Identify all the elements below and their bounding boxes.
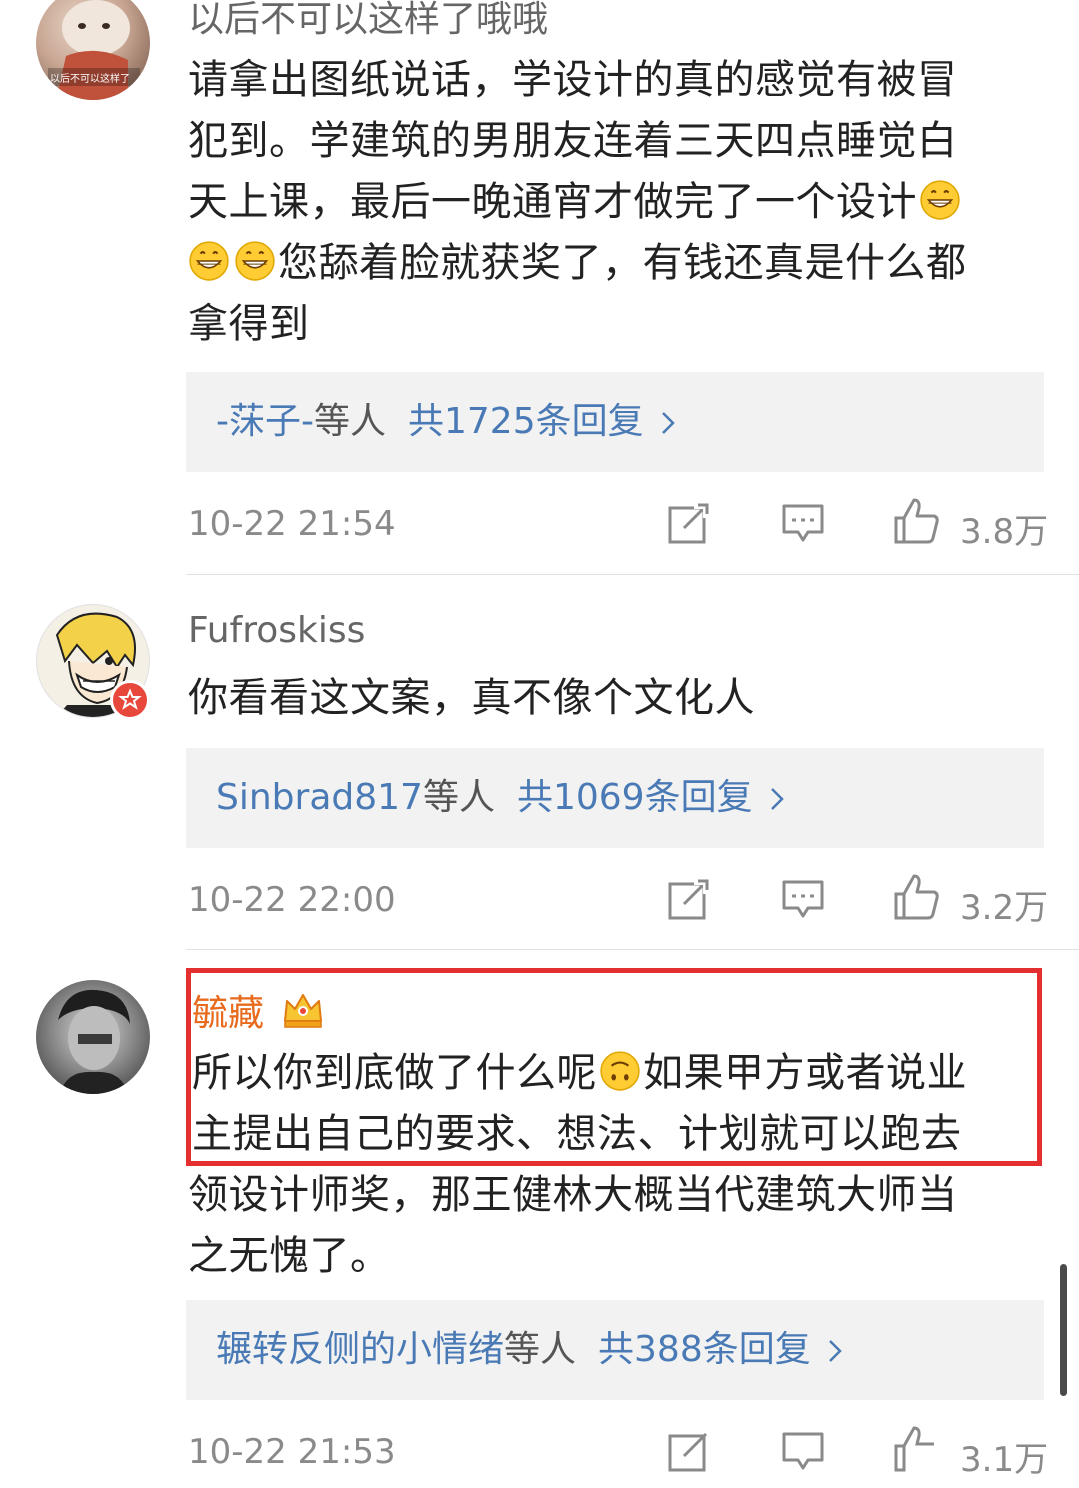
avatar[interactable] xyxy=(36,980,150,1094)
comment-text: 请拿出图纸说话，学设计的真的感觉有被冒 犯到。学建筑的男朋友连着三天四点睡觉白 … xyxy=(188,50,1038,355)
chevron-right-icon xyxy=(770,788,784,810)
like-count: 3.8万 xyxy=(960,512,1049,552)
comment-line: 天上课，最后一晚通宵才做完了一个设计 xyxy=(188,172,1038,233)
reply-etc-label: 等人 xyxy=(422,777,495,818)
replies-summary[interactable]: 辗转反侧的小情绪等人 共388条回复 xyxy=(186,1300,1044,1400)
reply-usernames[interactable]: Sinbrad817 xyxy=(216,777,423,818)
like-count: 3.2万 xyxy=(960,888,1049,928)
reply-usernames[interactable]: -莯子- xyxy=(216,401,314,442)
avatar-photo-image xyxy=(58,989,130,1094)
thumbs-up-icon[interactable] xyxy=(892,1424,940,1474)
comment-line: 所以你到底做了什么呢 如果甲方或者说业 xyxy=(192,1050,967,1096)
chevron-right-icon xyxy=(661,412,675,434)
username-text[interactable]: 毓藏 xyxy=(192,993,264,1034)
comment-icon[interactable] xyxy=(780,500,826,546)
username[interactable]: 以后不可以这样了哦哦 xyxy=(188,0,548,42)
comment-text: 所以你到底做了什么呢 如果甲方或者说业 主提出自己的要求、想法、计划就可以跑去 xyxy=(192,1043,1042,1165)
thumbs-up-icon[interactable] xyxy=(892,496,940,546)
replies-summary[interactable]: -莯子-等人 共1725条回复 xyxy=(186,372,1044,472)
grin-emoji-icon xyxy=(920,180,960,220)
thumbs-up-icon[interactable] xyxy=(892,872,940,922)
share-icon[interactable] xyxy=(666,1428,712,1474)
avatar[interactable]: 以后不可以这样了 xyxy=(36,0,150,100)
reply-etc-label: 等人 xyxy=(504,1329,577,1370)
avatar-cat-image xyxy=(48,0,140,100)
comment-actions: 3.1万 xyxy=(0,1426,1079,1488)
reply-count[interactable]: 共1069条回复 xyxy=(517,777,753,818)
share-icon[interactable] xyxy=(666,876,712,922)
reply-count[interactable]: 共1725条回复 xyxy=(408,401,644,442)
comment-line: 主提出自己的要求、想法、计划就可以跑去 xyxy=(192,1111,962,1157)
username[interactable]: Fufroskiss xyxy=(188,610,365,651)
comment-line: 请拿出图纸说话，学设计的真的感觉有被冒 xyxy=(188,57,958,103)
avatar-caption: 以后不可以这样了 xyxy=(50,74,130,85)
comment-line: 犯到。学建筑的男朋友连着三天四点睡觉白 xyxy=(188,118,958,164)
divider xyxy=(186,949,1079,950)
comment-icon[interactable] xyxy=(780,876,826,922)
comment-actions: 3.2万 xyxy=(0,874,1079,936)
like-count: 3.1万 xyxy=(960,1440,1049,1480)
grin-emoji-icon xyxy=(189,241,229,281)
reply-etc-label: 等人 xyxy=(313,401,386,442)
reply-usernames[interactable]: 辗转反侧的小情绪 xyxy=(216,1329,504,1370)
upside-down-face-emoji-icon xyxy=(600,1051,640,1091)
username[interactable]: 毓藏 xyxy=(192,984,325,1036)
divider xyxy=(186,574,1079,575)
chevron-right-icon xyxy=(828,1340,842,1362)
comment-line: 领设计师奖，那王健林大概当代建筑大师当 xyxy=(188,1172,958,1218)
comment-line: 你看看这文案，真不像个文化人 xyxy=(188,675,755,721)
scrollbar-thumb[interactable] xyxy=(1060,1264,1067,1396)
comment-actions: 3.8万 xyxy=(0,498,1079,560)
share-icon[interactable] xyxy=(666,500,712,546)
grin-emoji-icon xyxy=(235,241,275,281)
comment-line: 您舔着脸就获奖了，有钱还真是什么都 xyxy=(188,233,1038,294)
comment-icon[interactable] xyxy=(780,1428,826,1474)
verified-badge-icon xyxy=(110,680,150,720)
comment-line: 拿得到 xyxy=(188,301,310,347)
comment-text: 你看看这文案，真不像个文化人 xyxy=(188,668,1038,729)
replies-summary[interactable]: Sinbrad817等人 共1069条回复 xyxy=(186,748,1044,848)
crown-vip-icon xyxy=(284,994,323,1028)
reply-count[interactable]: 共388条回复 xyxy=(598,1329,811,1370)
comment-line: 之无愧了。 xyxy=(188,1233,391,1279)
comment-text-continued: 领设计师奖，那王健林大概当代建筑大师当 之无愧了。 xyxy=(188,1165,1038,1287)
